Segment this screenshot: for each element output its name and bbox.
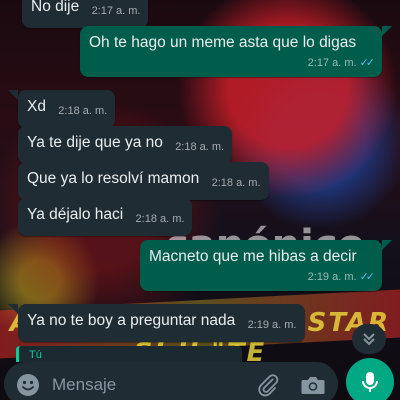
message-text: Oh te hago un meme asta que lo digas bbox=[89, 34, 357, 51]
message-text: Ya no te boy a preguntar nada bbox=[27, 312, 236, 329]
double-check-icon: ✓✓ bbox=[359, 271, 376, 283]
chevron-double-down-icon bbox=[363, 333, 375, 346]
voice-message-button[interactable] bbox=[346, 358, 394, 400]
message-meta: 2:19 a. m. ✓✓ bbox=[307, 267, 376, 287]
message-text: Ya te dije que ya no bbox=[27, 134, 163, 151]
message-text: Macneto que me hibas a decir bbox=[149, 248, 357, 265]
bubble-tail bbox=[8, 90, 18, 100]
message-text: Xd bbox=[27, 98, 46, 115]
message-time: 2:18 a. m. bbox=[135, 213, 185, 225]
message-text: No dije bbox=[31, 0, 80, 15]
camera-button[interactable] bbox=[300, 373, 326, 397]
message-time: 2:18 a. m. bbox=[58, 105, 108, 117]
message-incoming[interactable]: Ya no te boy a preguntar nada 2:19 a. m. bbox=[18, 304, 305, 342]
message-time: 2:18 a. m. bbox=[211, 177, 261, 189]
scroll-to-bottom-button[interactable] bbox=[352, 324, 386, 354]
message-time: 2:17 a. m. bbox=[91, 5, 141, 17]
emoji-icon bbox=[17, 374, 39, 396]
paperclip-icon bbox=[258, 374, 279, 397]
message-outgoing[interactable]: Oh te hago un meme asta que lo digas 2:1… bbox=[80, 26, 382, 77]
double-check-icon: ✓✓ bbox=[359, 57, 376, 69]
message-time: 2:17 a. m. bbox=[307, 57, 357, 69]
microphone-icon bbox=[362, 372, 378, 392]
message-time: 2:18 a. m. bbox=[175, 141, 225, 153]
attach-button[interactable] bbox=[256, 373, 280, 397]
bubble-tail bbox=[8, 304, 18, 314]
message-meta: 2:17 a. m. ✓✓ bbox=[307, 53, 376, 73]
bubble-tail bbox=[382, 26, 392, 36]
message-time: 2:19 a. m. bbox=[247, 319, 297, 331]
message-incoming[interactable]: No dije 2:17 a. m. bbox=[22, 0, 149, 28]
message-incoming[interactable]: Ya déjalo haci 2:18 a. m. bbox=[18, 198, 193, 236]
message-incoming[interactable]: Xd 2:18 a. m. bbox=[18, 90, 116, 128]
message-time: 2:19 a. m. bbox=[307, 271, 357, 283]
message-incoming[interactable]: Que ya lo resolví mamon 2:18 a. m. bbox=[18, 162, 269, 200]
emoji-button[interactable] bbox=[16, 373, 40, 397]
message-incoming[interactable]: Ya te dije que ya no 2:18 a. m. bbox=[18, 126, 233, 164]
message-composer bbox=[4, 362, 338, 400]
message-input[interactable] bbox=[52, 372, 242, 398]
message-text: Ya déjalo haci bbox=[27, 206, 124, 223]
camera-icon bbox=[301, 377, 325, 394]
bubble-tail bbox=[382, 240, 392, 250]
message-text: Que ya lo resolví mamon bbox=[27, 170, 200, 187]
quoted-message-preview[interactable]: Tú bbox=[16, 346, 242, 362]
message-outgoing[interactable]: Macneto que me hibas a decir 2:19 a. m. ✓… bbox=[140, 240, 382, 291]
